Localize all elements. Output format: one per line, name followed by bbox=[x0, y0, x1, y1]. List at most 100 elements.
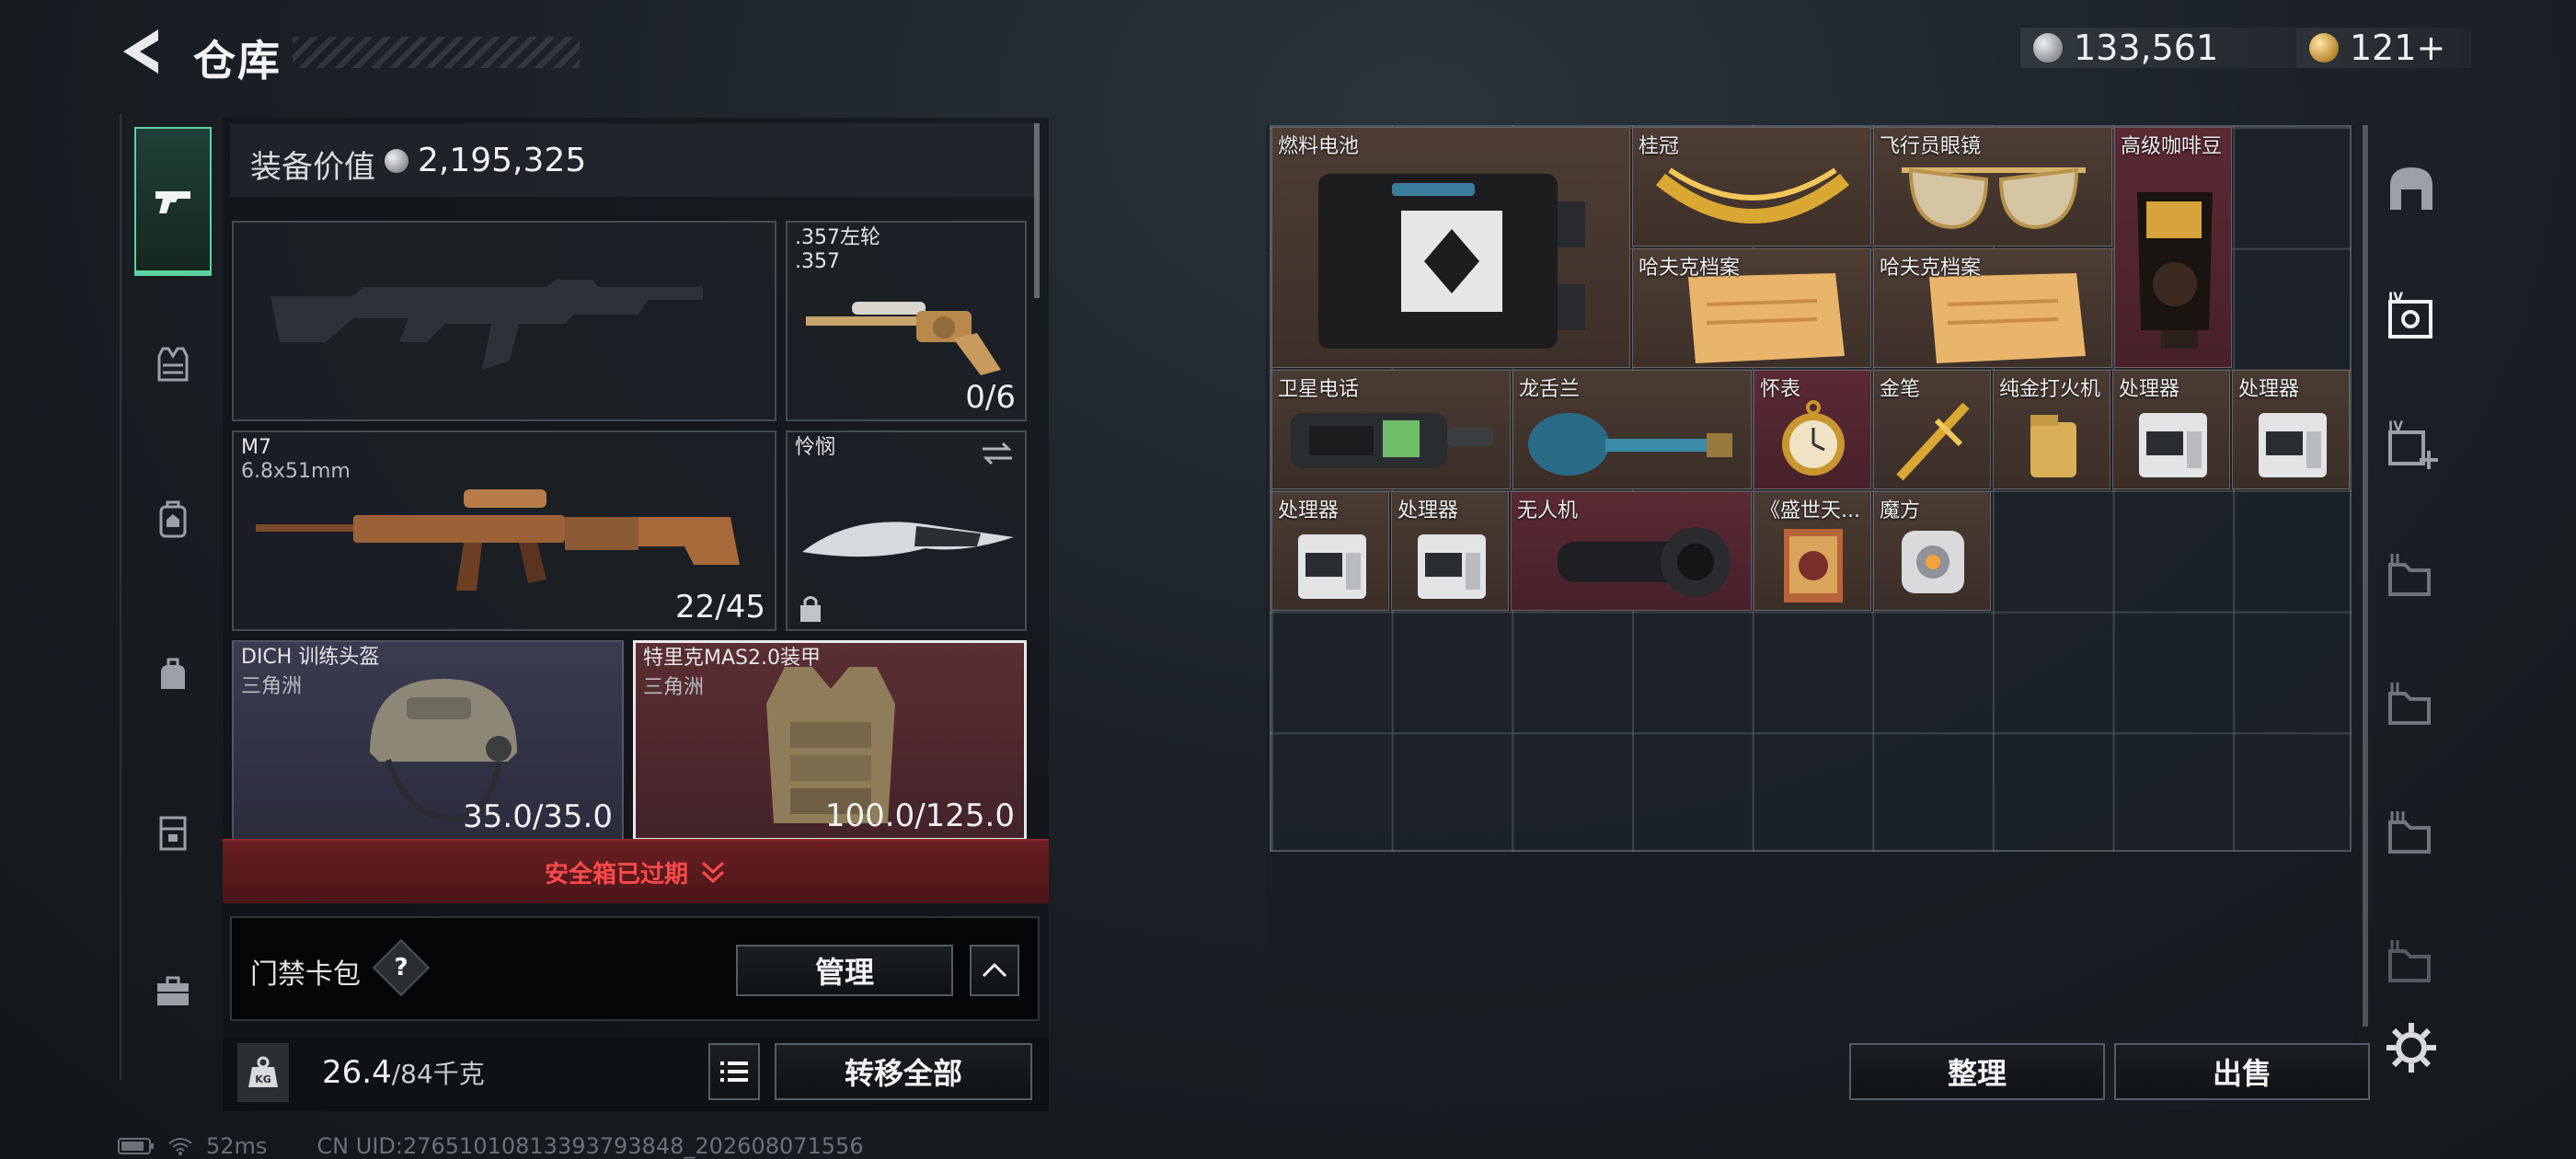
gold-amount: 121+ bbox=[2350, 28, 2446, 68]
coffee-bag-icon bbox=[2137, 192, 2213, 349]
stash-item-laurel-crown[interactable]: 桂冠 bbox=[1632, 127, 1871, 247]
weight-readout: 26.4/84千克 bbox=[322, 1054, 485, 1091]
gold-lighter-icon bbox=[2030, 415, 2076, 477]
storage-2-icon bbox=[2388, 683, 2431, 725]
melee-slot[interactable]: 怜悯 bbox=[786, 430, 1027, 631]
transfer-all-button[interactable]: 转移全部 bbox=[775, 1043, 1032, 1100]
card-pack-label: 门禁卡包 bbox=[250, 958, 361, 991]
nav-pouch[interactable] bbox=[134, 638, 212, 712]
revolver-ammo-count: 0/6 bbox=[965, 379, 1016, 416]
stash-item-satellite-phone[interactable]: 卫星电话 bbox=[1271, 370, 1511, 489]
revolver-name: .357左轮 bbox=[795, 226, 880, 249]
stash-item-gold-lighter[interactable]: 纯金打火机 bbox=[1993, 370, 2110, 489]
helmet-faction: 三角洲 bbox=[241, 675, 303, 698]
nav-backpack[interactable] bbox=[134, 482, 212, 556]
silver-coin-icon bbox=[385, 149, 408, 173]
stash-item-tequila[interactable]: 龙舌兰 bbox=[1512, 370, 1752, 489]
stash-item-drone[interactable]: 无人机 bbox=[1511, 491, 1752, 611]
body-armor-slot[interactable]: 特里克MAS2.0装甲 三角洲 100.0/125.0 bbox=[633, 640, 1027, 841]
silver-amount: 133,561 bbox=[2074, 28, 2219, 68]
right-nav-storage-3[interactable] bbox=[2379, 800, 2444, 865]
status-bar: 52ms CN UID:27651010813393793848_2026080… bbox=[118, 1133, 864, 1159]
rifle-name: M7 bbox=[241, 436, 271, 459]
stash-scrollbar[interactable] bbox=[2363, 125, 2368, 1027]
equipment-value-label: 装备价值 bbox=[250, 149, 375, 186]
stash-item-processor-2[interactable]: 处理器 bbox=[2232, 370, 2350, 489]
helmet-slot[interactable]: DICH 训练头盔 三角洲 35.0/35.0 bbox=[232, 640, 624, 841]
rifle-slot[interactable]: M7 6.8x51mm 22/45 bbox=[232, 430, 776, 631]
category-nav bbox=[120, 114, 217, 1080]
svg-text:KG: KG bbox=[255, 1073, 271, 1085]
stash-item-processor-1[interactable]: 处理器 bbox=[2112, 370, 2230, 489]
stash-item-book[interactable]: 《盛世天... bbox=[1754, 491, 1871, 611]
help-icon[interactable]: ? bbox=[381, 947, 421, 988]
nav-armor[interactable] bbox=[134, 327, 212, 401]
double-chevron-down-icon bbox=[701, 861, 725, 883]
gold-coin-icon bbox=[2309, 33, 2339, 63]
lock-icon bbox=[800, 596, 821, 622]
nav-briefcase[interactable] bbox=[134, 955, 212, 1028]
stash-item-gold-pen[interactable]: 金笔 bbox=[1873, 370, 1991, 489]
revolver-ammo: .357 bbox=[795, 250, 840, 273]
list-view-button[interactable] bbox=[708, 1043, 760, 1100]
pouch-icon bbox=[161, 658, 185, 689]
revolver-slot[interactable]: .357左轮 .357 0/6 bbox=[786, 221, 1027, 421]
rifle-silhouette-icon bbox=[270, 280, 703, 370]
weight-max: /84千克 bbox=[391, 1059, 485, 1089]
sort-button[interactable]: 整理 bbox=[1849, 1043, 2105, 1100]
stash-item-haavk-file-1[interactable]: 哈夫克档案 bbox=[1632, 248, 1871, 368]
document-file-icon bbox=[1688, 273, 1845, 363]
equipment-value: 2,195,325 bbox=[418, 142, 587, 179]
page-title: 仓库 bbox=[193, 36, 282, 86]
gold-currency[interactable]: 121+ bbox=[2296, 28, 2471, 68]
silver-currency: 133,561 bbox=[2020, 28, 2296, 68]
stash-item-coffee-beans[interactable]: 高级咖啡豆 bbox=[2114, 127, 2232, 368]
knife-icon bbox=[802, 522, 1014, 557]
fuel-cell-icon bbox=[1318, 174, 1585, 349]
right-nav-add-safe-box[interactable]: IV bbox=[2379, 414, 2444, 478]
document-file-icon bbox=[1929, 273, 2086, 363]
battery-icon bbox=[118, 1138, 154, 1154]
safe-box-expired-bar[interactable]: 安全箱已过期 bbox=[223, 839, 1049, 903]
chevron-up-icon bbox=[982, 962, 1007, 978]
back-arrow-icon[interactable] bbox=[118, 26, 166, 77]
swap-icon[interactable] bbox=[979, 440, 1016, 467]
user-uid: CN UID:27651010813393793848_202608071556 bbox=[316, 1133, 864, 1159]
gold-pen-icon bbox=[1896, 402, 1970, 481]
right-nav-storage-4[interactable] bbox=[2379, 929, 2444, 993]
helmet-durability: 35.0/35.0 bbox=[463, 798, 613, 835]
briefcase-icon bbox=[157, 976, 189, 1005]
svg-text:IV: IV bbox=[2388, 419, 2403, 434]
processor-icon bbox=[1298, 534, 1366, 599]
safe-box-status: 安全箱已过期 bbox=[544, 860, 688, 889]
manage-button[interactable]: 管理 bbox=[736, 945, 953, 996]
storage-1-icon bbox=[2388, 554, 2431, 596]
drone-icon bbox=[1558, 527, 1731, 597]
stash-item-cube[interactable]: 魔方 bbox=[1873, 491, 1991, 611]
stash-item-processor-3[interactable]: 处理器 bbox=[1271, 491, 1389, 611]
primary-weapon-slot-empty[interactable] bbox=[232, 221, 776, 421]
right-nav-safe-box[interactable]: IV bbox=[2379, 285, 2444, 350]
processor-icon bbox=[1418, 534, 1486, 599]
stash-item-aviator-glasses[interactable]: 飞行员眼镜 bbox=[1873, 127, 2112, 247]
nav-weapons[interactable] bbox=[134, 127, 212, 276]
stash-item-fuel-cell[interactable]: 燃料电池 bbox=[1271, 127, 1630, 368]
pistol-icon bbox=[155, 191, 190, 213]
processor-icon bbox=[2259, 413, 2327, 477]
rifle-ammo-count: 22/45 bbox=[675, 589, 765, 625]
settings-gear-icon bbox=[2386, 1023, 2436, 1073]
equipment-scrollbar[interactable] bbox=[1034, 123, 1040, 298]
storage-3-icon bbox=[2388, 811, 2431, 854]
stash-item-processor-4[interactable]: 处理器 bbox=[1391, 491, 1509, 611]
right-nav-storage-2[interactable] bbox=[2379, 671, 2444, 736]
nav-container[interactable] bbox=[134, 795, 212, 868]
stash-item-pocket-watch[interactable]: 怀表 bbox=[1754, 370, 1871, 489]
right-nav-storage-1[interactable] bbox=[2379, 543, 2444, 607]
title-decoration bbox=[293, 37, 580, 68]
stash-item-haavk-file-2[interactable]: 哈夫克档案 bbox=[1873, 248, 2112, 368]
armor-durability: 100.0/125.0 bbox=[824, 798, 1015, 834]
settings-button[interactable] bbox=[2379, 1016, 2444, 1080]
collapse-button[interactable] bbox=[970, 945, 1019, 996]
sell-button[interactable]: 出售 bbox=[2114, 1043, 2370, 1100]
right-nav-home[interactable] bbox=[2379, 156, 2444, 221]
